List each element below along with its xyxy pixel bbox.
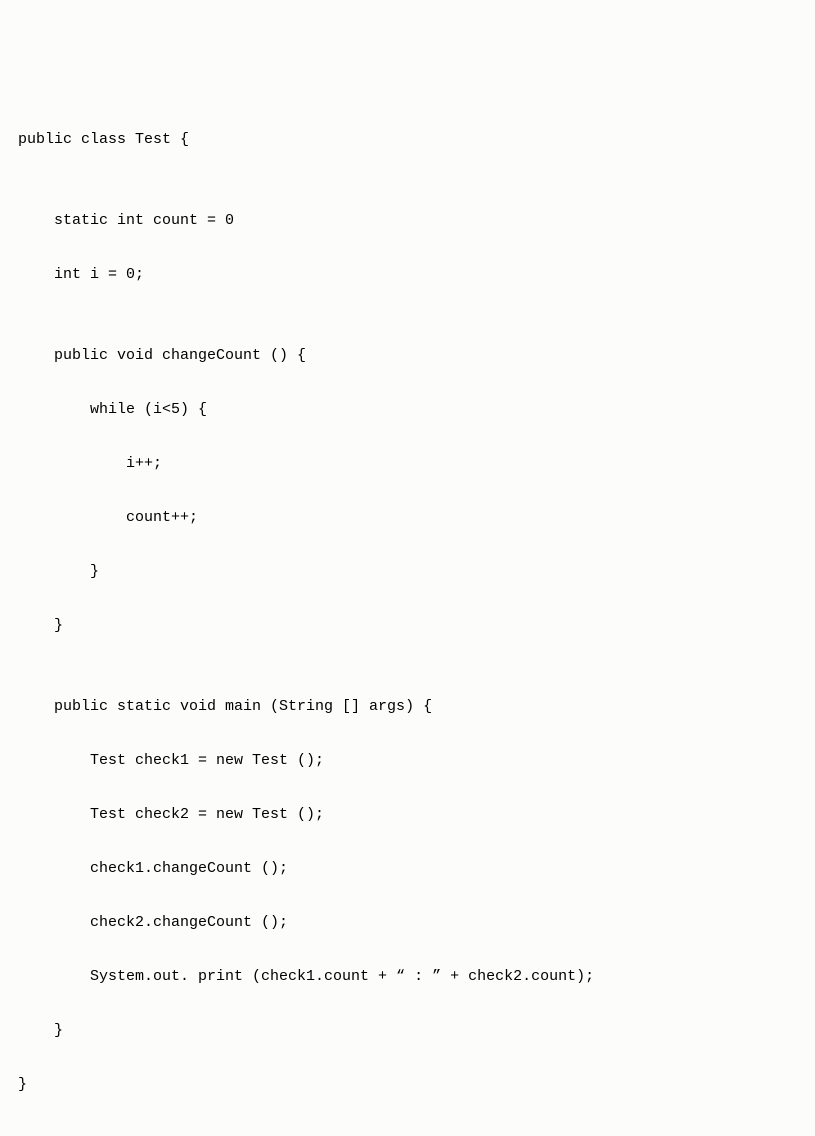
- code-line: }: [18, 1071, 797, 1098]
- code-line: }: [18, 612, 797, 639]
- code-line: public class Test {: [18, 126, 797, 153]
- code-line: int i = 0;: [18, 261, 797, 288]
- code-line: check1.changeCount ();: [18, 855, 797, 882]
- code-line: public static void main (String [] args)…: [18, 693, 797, 720]
- code-line: }: [18, 558, 797, 585]
- code-line: Test check2 = new Test ();: [18, 801, 797, 828]
- code-line: static int count = 0: [18, 207, 797, 234]
- code-line: }: [18, 1017, 797, 1044]
- code-line: Test check1 = new Test ();: [18, 747, 797, 774]
- code-line: i++;: [18, 450, 797, 477]
- code-line: check2.changeCount ();: [18, 909, 797, 936]
- code-line: System.out. print (check1.count + “ : ” …: [18, 963, 797, 990]
- code-line: public void changeCount () {: [18, 342, 797, 369]
- code-line: while (i<5) {: [18, 396, 797, 423]
- code-line: count++;: [18, 504, 797, 531]
